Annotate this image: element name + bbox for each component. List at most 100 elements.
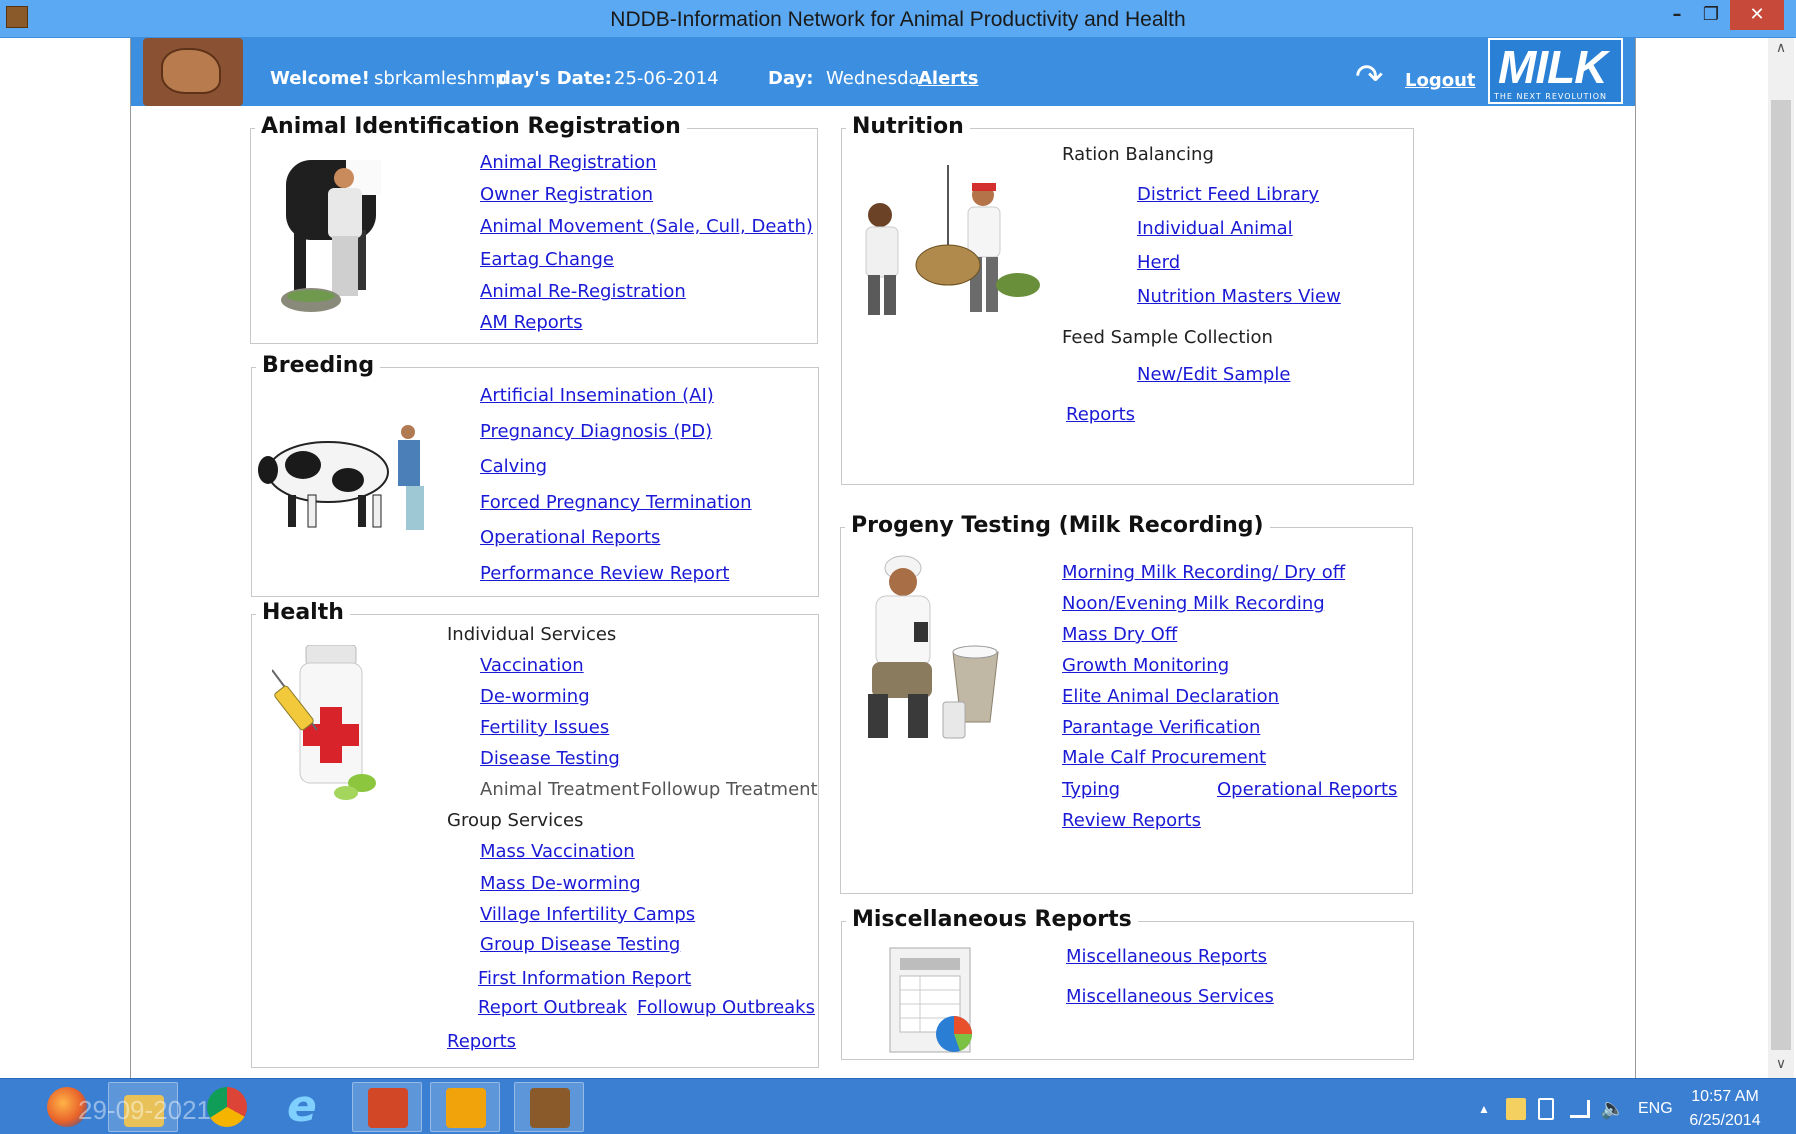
review-reports-link[interactable]: Review Reports [1062,810,1201,831]
am-reports-link[interactable]: AM Reports [480,312,583,333]
followup-outbreaks-link[interactable]: Followup Outbreaks [637,997,815,1018]
tray-expand-icon[interactable]: ▲ [1478,1102,1490,1116]
male-calf-procurement-link[interactable]: Male Calf Procurement [1062,747,1266,768]
followup-treatment-label: Followup Treatment [641,779,818,800]
cow-with-vet-illustration [258,425,424,530]
disease-testing-link[interactable]: Disease Testing [480,748,620,769]
pregnancy-diagnosis-link[interactable]: Pregnancy Diagnosis (PD) [480,421,712,442]
nutrition-reports-link[interactable]: Reports [1066,404,1135,425]
volume-icon[interactable]: 🔈 [1600,1096,1625,1121]
individual-animal-link[interactable]: Individual Animal [1137,218,1293,239]
group-services-label: Group Services [447,810,584,831]
milk-logo: MILK THE NEXT REVOLUTION [1488,38,1623,104]
health-title: Health [256,600,350,625]
animal-re-registration-link[interactable]: Animal Re-Registration [480,281,686,302]
welcome-label: Welcome! [270,68,370,89]
outlook-taskbar-button[interactable] [430,1082,500,1132]
scroll-down-icon[interactable]: ∨ [1768,1056,1794,1072]
animal-movement-link[interactable]: Animal Movement (Sale, Cull, Death) [480,216,813,237]
internet-explorer-icon: e [287,1081,317,1132]
date-label: day's Date: [498,68,612,89]
scrollbar-thumb[interactable] [1771,100,1791,1050]
vertical-scrollbar[interactable]: ∧ ∨ [1768,38,1794,1078]
username: sbrkamleshmp [374,68,507,89]
progeny-operational-reports-link[interactable]: Operational Reports [1217,779,1397,800]
parantage-verification-link[interactable]: Parantage Verification [1062,717,1260,738]
scroll-up-icon[interactable]: ∧ [1768,40,1794,56]
breeding-title: Breeding [256,353,381,378]
clock-time[interactable]: 10:57 AM [1680,1088,1770,1106]
forced-pregnancy-termination-link[interactable]: Forced Pregnancy Termination [480,492,752,513]
window-titlebar[interactable]: NDDB-Information Network for Animal Prod… [0,0,1796,38]
close-button[interactable]: ✕ [1730,0,1784,30]
window-title: NDDB-Information Network for Animal Prod… [610,8,1186,31]
date-watermark: 29-09-2021 [78,1095,211,1125]
day-label: Day: [768,68,814,89]
noon-evening-milk-recording-link[interactable]: Noon/Evening Milk Recording [1062,593,1325,614]
battery-icon[interactable] [1538,1098,1554,1120]
fertility-issues-link[interactable]: Fertility Issues [480,717,609,738]
date-value: 25-06-2014 [614,68,719,89]
inaph-app-taskbar-button[interactable] [514,1082,584,1132]
nutrition-title: Nutrition [846,114,970,139]
milk-logo-tagline: THE NEXT REVOLUTION [1494,92,1607,101]
logout-link[interactable]: Logout [1405,70,1476,91]
breeding-operational-reports-link[interactable]: Operational Reports [480,527,660,548]
owner-registration-link[interactable]: Owner Registration [480,184,653,205]
powerpoint-taskbar-button[interactable] [352,1082,422,1132]
milk-logo-text: MILK [1498,41,1607,93]
minimize-button[interactable]: – [1662,0,1692,30]
feed-sample-collection-label: Feed Sample Collection [1062,327,1273,348]
mass-vaccination-link[interactable]: Mass Vaccination [480,841,635,862]
miscellaneous-reports-link[interactable]: Miscellaneous Reports [1066,946,1267,967]
village-infertility-camps-link[interactable]: Village Infertility Camps [480,904,695,925]
medicine-bottle-syringe-illustration [272,645,376,800]
internet-explorer-taskbar-button[interactable]: e [272,1082,342,1132]
nutrition-masters-view-link[interactable]: Nutrition Masters View [1137,286,1341,307]
calving-link[interactable]: Calving [480,456,547,477]
animal-treatment-label: Animal Treatment [480,779,640,800]
nddb-logo [143,38,243,106]
health-reports-link[interactable]: Reports [447,1031,516,1052]
animal-logo-icon [161,48,221,94]
clock-date[interactable]: 6/25/2014 [1680,1112,1770,1130]
restore-button[interactable]: ❐ [1696,0,1726,30]
progeny-testing-title: Progeny Testing (Milk Recording) [845,513,1270,538]
group-disease-testing-link[interactable]: Group Disease Testing [480,934,680,955]
animal-registration-link[interactable]: Animal Registration [480,152,657,173]
mass-dry-off-link[interactable]: Mass Dry Off [1062,624,1177,645]
eartag-change-link[interactable]: Eartag Change [480,249,614,270]
vaccination-link[interactable]: Vaccination [480,655,584,676]
day-value: Wednesda [826,68,920,89]
network-signal-icon[interactable] [1570,1100,1590,1118]
morning-milk-recording-link[interactable]: Morning Milk Recording/ Dry off [1062,562,1345,583]
individual-services-label: Individual Services [447,624,617,645]
chrome-icon [207,1087,247,1127]
growth-monitoring-link[interactable]: Growth Monitoring [1062,655,1229,676]
app-window: NDDB-Information Network for Animal Prod… [0,0,1796,1134]
farmer-with-cow-illustration [281,160,381,312]
artificial-insemination-link[interactable]: Artificial Insemination (AI) [480,385,714,406]
elite-animal-declaration-link[interactable]: Elite Animal Declaration [1062,686,1279,707]
report-document-chart-icon [889,947,972,1053]
outlook-icon [446,1088,486,1128]
district-feed-library-link[interactable]: District Feed Library [1137,184,1319,205]
alerts-link[interactable]: Alerts [918,68,979,89]
mass-de-worming-link[interactable]: Mass De-worming [480,873,641,894]
action-center-flag-icon[interactable] [1506,1098,1526,1120]
report-outbreak-link[interactable]: Report Outbreak [478,997,627,1018]
ration-balancing-label: Ration Balancing [1062,144,1214,165]
typing-link[interactable]: Typing [1062,779,1120,800]
performance-review-report-link[interactable]: Performance Review Report [480,563,729,584]
miscellaneous-services-link[interactable]: Miscellaneous Services [1066,986,1274,1007]
new-edit-sample-link[interactable]: New/Edit Sample [1137,364,1290,385]
inaph-app-icon [530,1088,570,1128]
farmers-weighing-feed-illustration [865,165,1040,315]
miscellaneous-reports-title: Miscellaneous Reports [846,907,1138,932]
logout-arrow-icon[interactable]: ↷ [1355,60,1389,94]
herd-link[interactable]: Herd [1137,252,1180,273]
language-indicator[interactable]: ENG [1638,1100,1673,1118]
milk-recorder-illustration [868,555,999,739]
de-worming-link[interactable]: De-worming [480,686,590,707]
first-information-report-link[interactable]: First Information Report [478,968,691,989]
